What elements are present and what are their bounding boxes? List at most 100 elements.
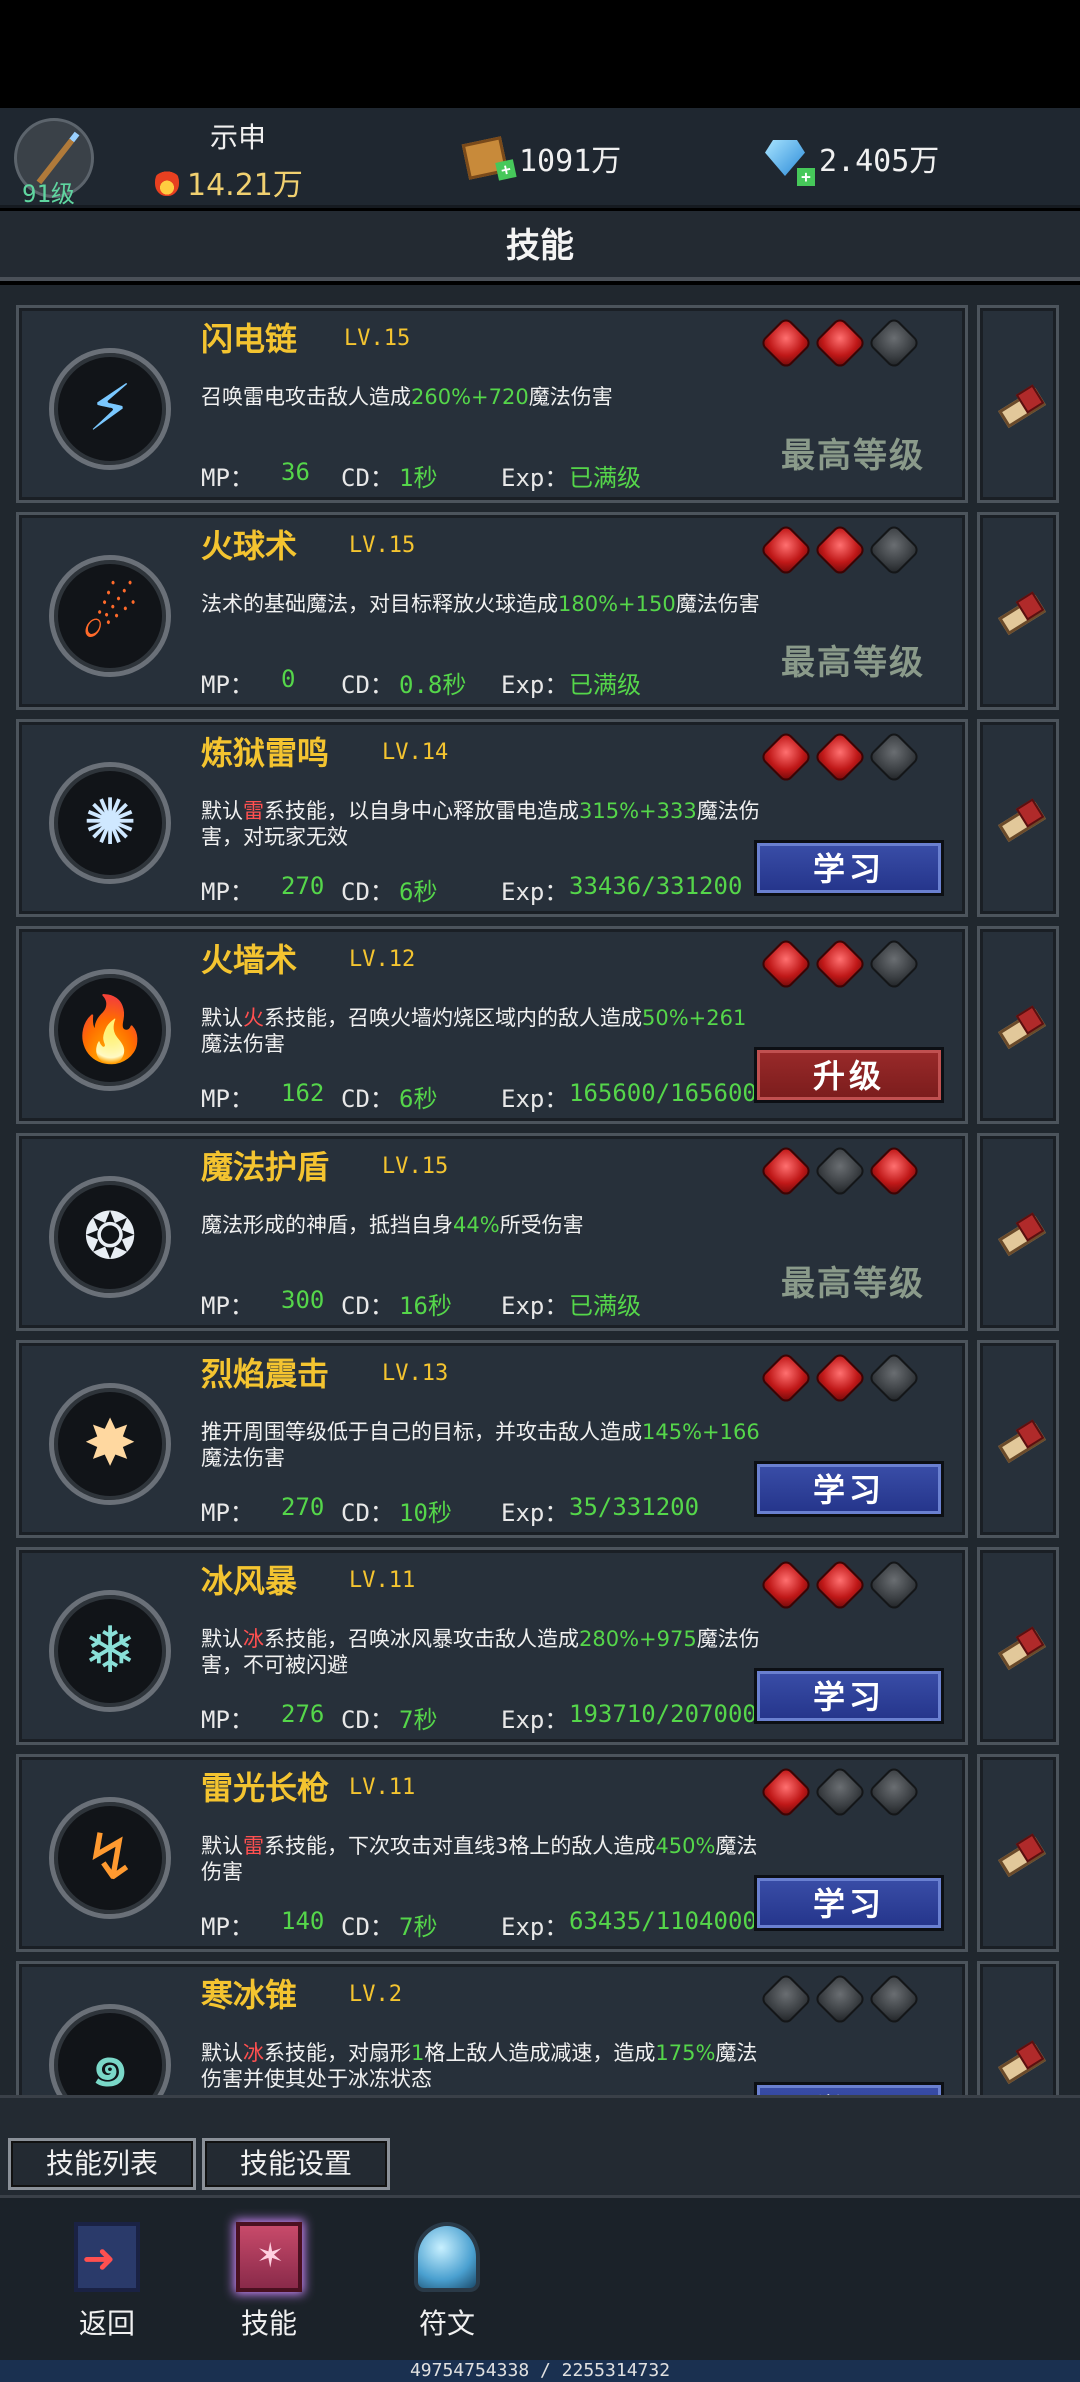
player-name: 示申 — [210, 121, 267, 154]
nav-runes[interactable]: 符文 — [392, 2222, 502, 2342]
skill-card[interactable]: ⚡ 闪电链 LV.15 召唤雷电攻击敌人造成260%+720魔法伤害 MP： 36 CD： 1… — [16, 305, 968, 503]
scroll-icon — [994, 380, 1046, 432]
mp-value: 162 — [281, 1079, 325, 1107]
description-segment: 格上敌人造成减速，造成 — [424, 2041, 656, 2065]
cd-value: 7秒 — [399, 1913, 438, 1941]
cd-label: CD： — [341, 878, 394, 906]
rune-slots — [759, 1351, 921, 1405]
skill-scroll-slot[interactable] — [977, 1547, 1059, 1745]
skill-card[interactable]: ↯ 雷光长枪 LV.11 默认雷系技能，下次攻击对直线3格上的敌人造成450%魔法伤害… — [16, 1754, 968, 1952]
mp-label: MP： — [201, 1499, 254, 1527]
skill-level: LV.14 — [382, 740, 449, 765]
skill-scroll-slot[interactable] — [977, 305, 1059, 503]
description-segment: 系技能，下次攻击对直线3格上的敌人造成 — [264, 1834, 656, 1858]
exp-value: 已满级 — [569, 464, 641, 492]
thunder-icon: ✺ — [83, 786, 137, 860]
nav-runes-label: 符文 — [418, 2307, 475, 2340]
gold-icon: + — [461, 136, 517, 181]
nav-skills-label: 技能 — [240, 2307, 297, 2340]
skill-scroll-slot[interactable] — [977, 926, 1059, 1124]
rune-gem-filled-icon — [813, 523, 867, 577]
rune-slots — [759, 1972, 921, 2026]
mp-value: 300 — [281, 1286, 325, 1314]
learn-button[interactable]: 学习 — [754, 840, 944, 896]
bottom-nav: 返回 技能 符文 — [0, 2195, 1080, 2360]
learn-button[interactable]: 学习 — [754, 1875, 944, 1931]
skill-scroll-slot[interactable] — [977, 1754, 1059, 1952]
ice-cone-icon: ๑ — [89, 2028, 131, 2095]
cd-value: 6秒 — [399, 878, 438, 906]
rune-gem-filled-icon — [813, 937, 867, 991]
skill-card[interactable]: 🔥 火墙术 LV.12 默认火系技能，召唤火墙灼烧区域内的敌人造成50%+261 魔法伤… — [16, 926, 968, 1124]
learn-button[interactable]: 学习 — [754, 2082, 944, 2095]
page-title: 技能 — [506, 226, 574, 266]
scroll-icon — [994, 587, 1046, 639]
cd-value: 1秒 — [399, 464, 438, 492]
skill-scroll-slot[interactable] — [977, 719, 1059, 917]
tab-skill-list[interactable]: 技能列表 — [8, 2138, 196, 2190]
tab-skill-settings[interactable]: 技能设置 — [202, 2138, 390, 2190]
scroll-icon — [994, 1208, 1046, 1260]
exp-value: 已满级 — [569, 671, 641, 699]
rune-slots — [759, 1765, 921, 1819]
skill-scroll-slot[interactable] — [977, 1340, 1059, 1538]
gem-icon-wrap: + — [765, 140, 815, 186]
cd-label: CD： — [341, 464, 394, 492]
rune-gem-filled-icon — [813, 1351, 867, 1405]
cd-label: CD： — [341, 1499, 394, 1527]
rune-gem-empty-icon — [867, 1765, 921, 1819]
combat-power-value: 14.21万 — [187, 168, 303, 203]
skill-scroll-slot[interactable] — [977, 512, 1059, 710]
skill-scroll-slot[interactable] — [977, 1133, 1059, 1331]
mp-value: 140 — [281, 1907, 325, 1935]
rune-slots — [759, 316, 921, 370]
rune-slots — [759, 1144, 921, 1198]
skill-list[interactable]: ⚡ 闪电链 LV.15 召唤雷电攻击敌人造成260%+720魔法伤害 MP： 36 CD： 1… — [0, 285, 1080, 2095]
skill-card[interactable]: ❂ 魔法护盾 LV.15 魔法形成的神盾，抵挡自身44%所受伤害 MP： 300 CD： 16… — [16, 1133, 968, 1331]
scroll-icon — [994, 1829, 1046, 1881]
skill-card[interactable]: ๑ 寒冰锥 LV.2 默认冰系技能，对扇形1格上敌人造成减速，造成175%魔法伤害并使… — [16, 1961, 968, 2095]
max-level-label: 最高等级 — [781, 436, 925, 476]
nav-back-label: 返回 — [78, 2307, 135, 2340]
nav-skills[interactable]: 技能 — [214, 2222, 324, 2342]
add-gold-icon[interactable]: + — [495, 159, 517, 181]
nav-back[interactable]: 返回 — [52, 2222, 162, 2342]
learn-button[interactable]: 学习 — [754, 1461, 944, 1517]
flame-icon — [155, 168, 179, 196]
mp-value: 270 — [281, 1493, 325, 1521]
cd-label: CD： — [341, 1085, 394, 1113]
description-segment: 315%+333 — [579, 799, 697, 823]
spellbook-icon — [236, 2222, 302, 2292]
description-segment: 默认 — [201, 2041, 243, 2065]
description-segment: 魔法形成的神盾，抵挡自身 — [201, 1213, 453, 1237]
combat-power: 14.21万 — [155, 160, 303, 204]
skill-scroll-slot[interactable] — [977, 1961, 1059, 2095]
learn-button[interactable]: 学习 — [754, 1668, 944, 1724]
add-gem-icon[interactable]: + — [797, 168, 815, 186]
skill-description: 默认冰系技能，召唤冰风暴攻击敌人造成280%+975魔法伤害，不可被闪避 — [201, 1626, 761, 1678]
lightning-spear-icon: ↯ — [83, 1821, 137, 1895]
gem-currency[interactable]: + 2.405万 — [765, 136, 939, 186]
mp-label: MP： — [201, 671, 254, 699]
rune-gem-empty-icon — [867, 730, 921, 784]
skill-description: 默认冰系技能，对扇形1格上敌人造成减速，造成175%魔法伤害并使其处于冰冻状态 — [201, 2040, 761, 2092]
skill-card[interactable]: ❄ 冰风暴 LV.11 默认冰系技能，召唤冰风暴攻击敌人造成280%+975魔法伤害，… — [16, 1547, 968, 1745]
skill-card[interactable]: ✺ 炼狱雷鸣 LV.14 默认雷系技能，以自身中心释放雷电造成315%+333魔法伤害… — [16, 719, 968, 917]
exp-value: 193710/2070000 — [569, 1700, 772, 1728]
description-segment: 火 — [243, 1006, 264, 1030]
page-title-bar: 技能 — [0, 211, 1080, 281]
exp-label: Exp： — [501, 1913, 569, 1941]
skill-card[interactable]: ☄ 火球术 LV.15 法术的基础魔法，对目标释放火球造成180%+150魔法伤害 MP… — [16, 512, 968, 710]
gold-currency[interactable]: + 1091万 — [461, 136, 621, 181]
description-segment: 1 — [411, 2041, 425, 2065]
exp-value: 35/331200 — [569, 1493, 700, 1521]
description-segment: 默认 — [201, 1006, 243, 1030]
skill-card[interactable]: ✸ 烈焰震击 LV.13 推开周围等级低于自己的目标，并攻击敌人造成145%+166 魔… — [16, 1340, 968, 1538]
cd-value: 0.8秒 — [399, 671, 467, 699]
description-segment: 魔法伤害 — [528, 385, 613, 409]
upgrade-button[interactable]: 升级 — [754, 1047, 944, 1103]
mp-value: 276 — [281, 1700, 325, 1728]
rune-gem-empty-icon — [867, 937, 921, 991]
skill-level: LV.15 — [382, 1154, 449, 1179]
rune-gem-empty-icon — [867, 1558, 921, 1612]
